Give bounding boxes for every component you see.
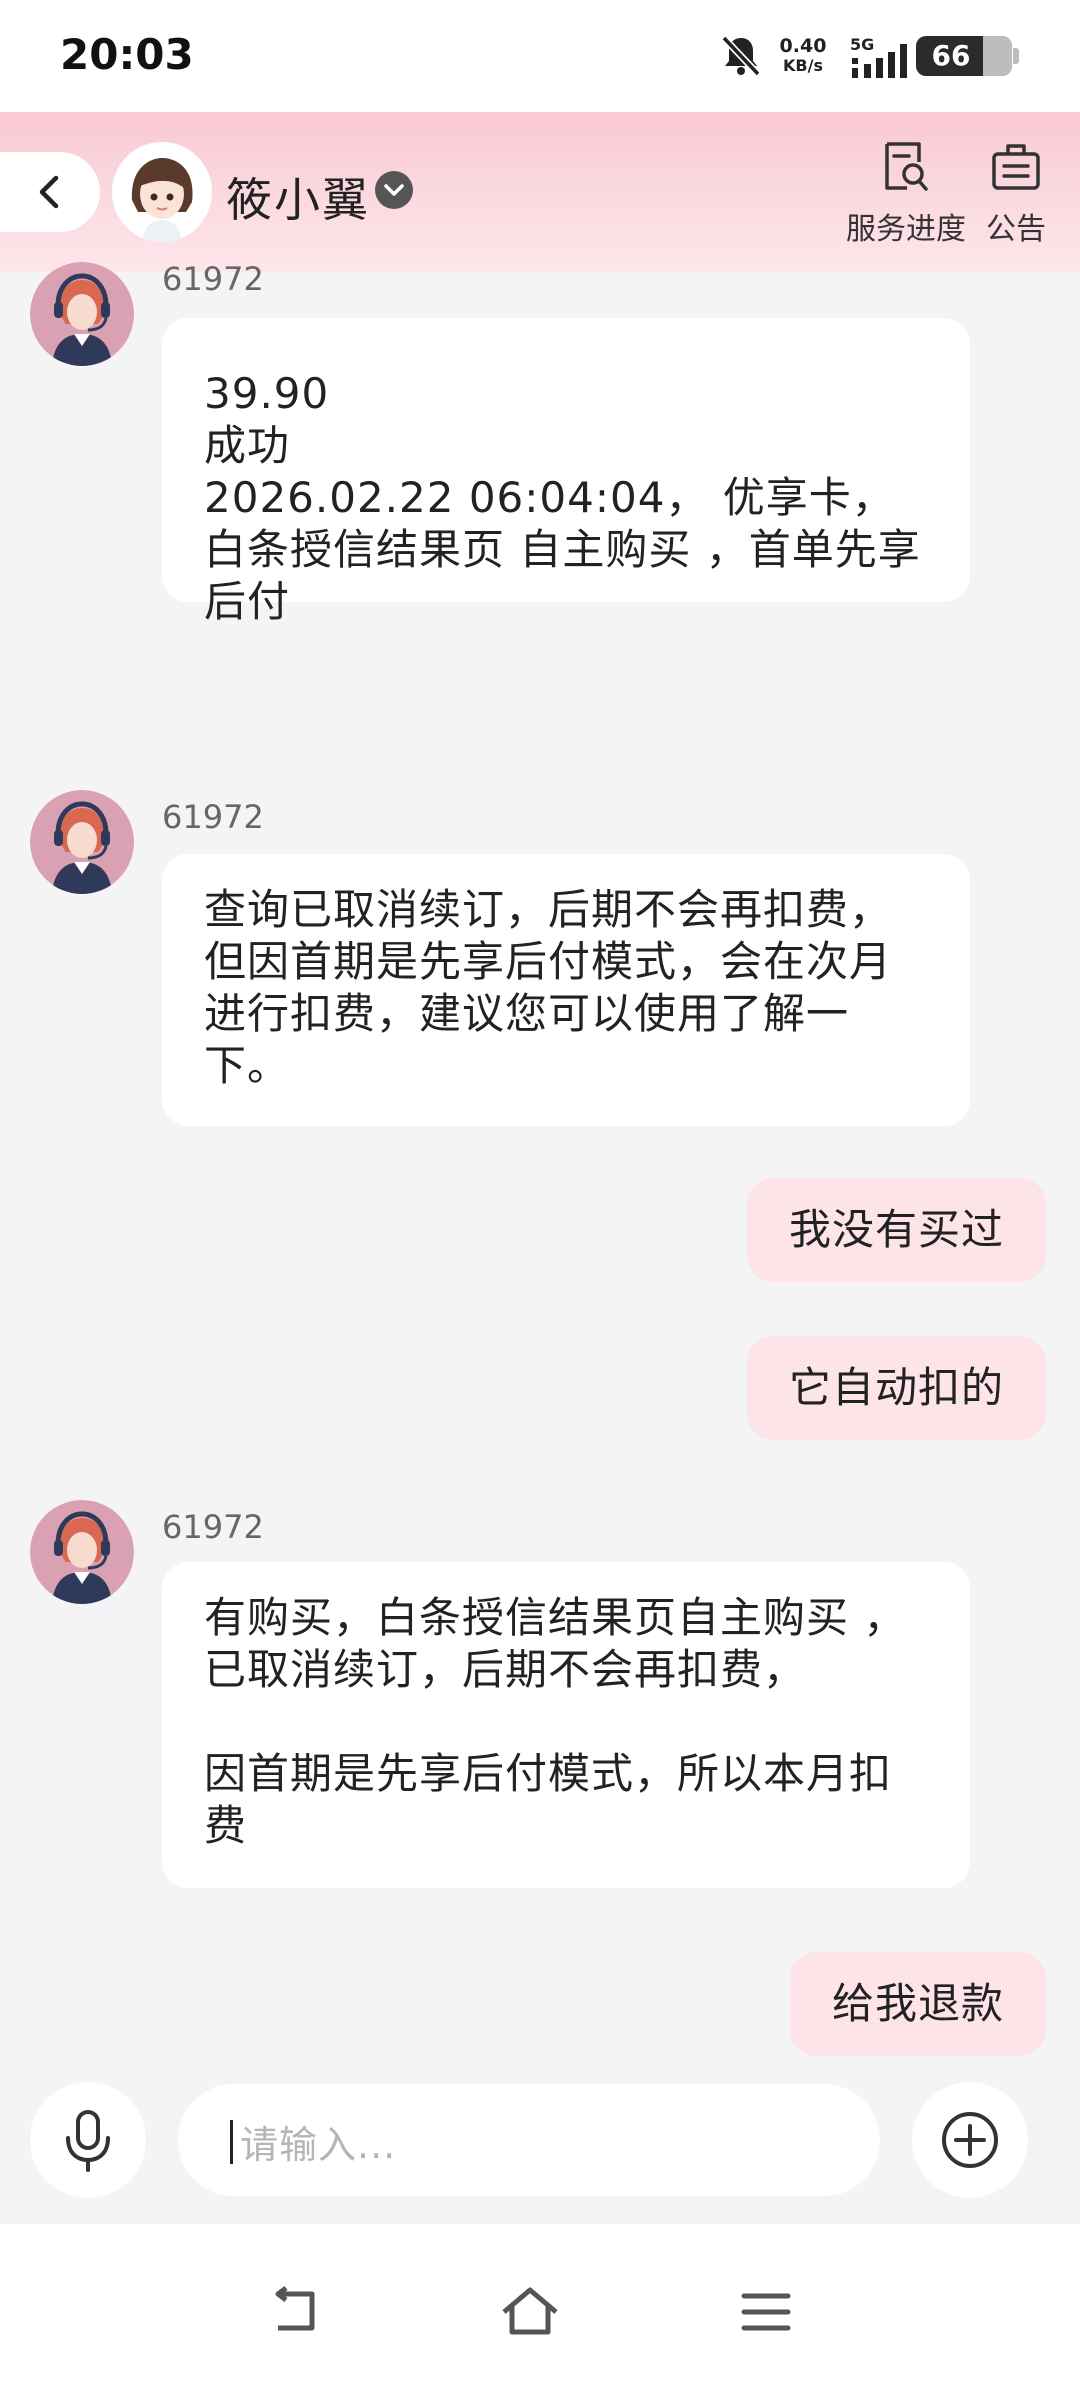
agent-message-bubble[interactable]: 有购买，白条授信结果页自主购买 ，已取消续订，后期不会再扣费， 因首期是先享后付… xyxy=(162,1562,970,1888)
signal-icon: 5G xyxy=(850,35,907,78)
announcement-button[interactable]: 公告 xyxy=(956,140,1076,250)
message-input[interactable]: 请输入... xyxy=(178,2084,880,2196)
agent-message-bubble[interactable]: 39.90 成功 2026.02.22 06:04:04， 优享卡， 白条授信结… xyxy=(162,318,970,626)
agent-avatar[interactable] xyxy=(30,790,134,894)
system-navigation-bar xyxy=(0,2224,1080,2400)
chat-header: 筱小翼 服务进度 公告 xyxy=(0,112,1080,272)
status-bar: 20:03 0.40 KB/s 5G 66 xyxy=(0,0,1080,112)
user-message-bubble[interactable]: 给我退款 xyxy=(789,1952,1046,2056)
nav-menu-icon[interactable] xyxy=(736,2284,796,2340)
user-message-bubble[interactable]: 它自动扣的 xyxy=(746,1336,1046,1440)
status-time: 20:03 xyxy=(60,30,194,79)
bot-name: 筱小翼 xyxy=(226,173,370,227)
service-progress-icon xyxy=(885,142,928,191)
bot-avatar-image xyxy=(112,142,212,242)
back-button[interactable] xyxy=(0,152,100,232)
microphone-icon xyxy=(66,2110,110,2172)
agent-message-bubble[interactable]: 查询已取消续订，后期不会再扣费，但因首期是先享后付模式，会在次月进行扣费，建议您… xyxy=(162,854,970,1126)
input-placeholder: 请输入... xyxy=(240,2123,397,2167)
back-arrow-icon xyxy=(39,175,59,209)
agent-avatar[interactable] xyxy=(30,1500,134,1604)
user-message-bubble[interactable]: 我没有买过 xyxy=(746,1178,1046,1282)
agent-avatar[interactable] xyxy=(30,262,134,366)
agent-id: 61972 xyxy=(162,260,264,298)
battery-level: 66 xyxy=(931,39,971,72)
battery-fill xyxy=(982,36,1012,76)
chat-messages[interactable]: 61972 39.90 成功 2026.02.22 06:04:04， 优享卡， … xyxy=(0,260,1080,2072)
net-speed-value: 0.40 xyxy=(779,35,827,57)
announcement-label: 公告 xyxy=(986,212,1046,247)
announcement-icon xyxy=(992,144,1040,190)
nav-home-icon[interactable] xyxy=(500,2284,560,2340)
nav-back-icon[interactable] xyxy=(266,2284,326,2340)
more-options-button[interactable] xyxy=(912,2082,1028,2198)
agent-id: 61972 xyxy=(162,798,264,836)
verified-dropdown-icon[interactable] xyxy=(374,170,414,210)
battery-icon: 66 xyxy=(916,36,1020,76)
bell-muted-icon xyxy=(721,35,761,77)
net-speed-unit: KB/s xyxy=(783,56,823,75)
network-type: 5G xyxy=(850,35,874,54)
agent-id: 61972 xyxy=(162,1508,264,1546)
net-speed: 0.40 KB/s xyxy=(770,36,836,76)
status-icons: 0.40 KB/s 5G 66 xyxy=(690,28,1020,84)
text-caret xyxy=(230,2120,233,2164)
voice-input-button[interactable] xyxy=(30,2082,146,2198)
bot-avatar[interactable] xyxy=(112,142,212,242)
plus-circle-icon xyxy=(942,2112,998,2168)
